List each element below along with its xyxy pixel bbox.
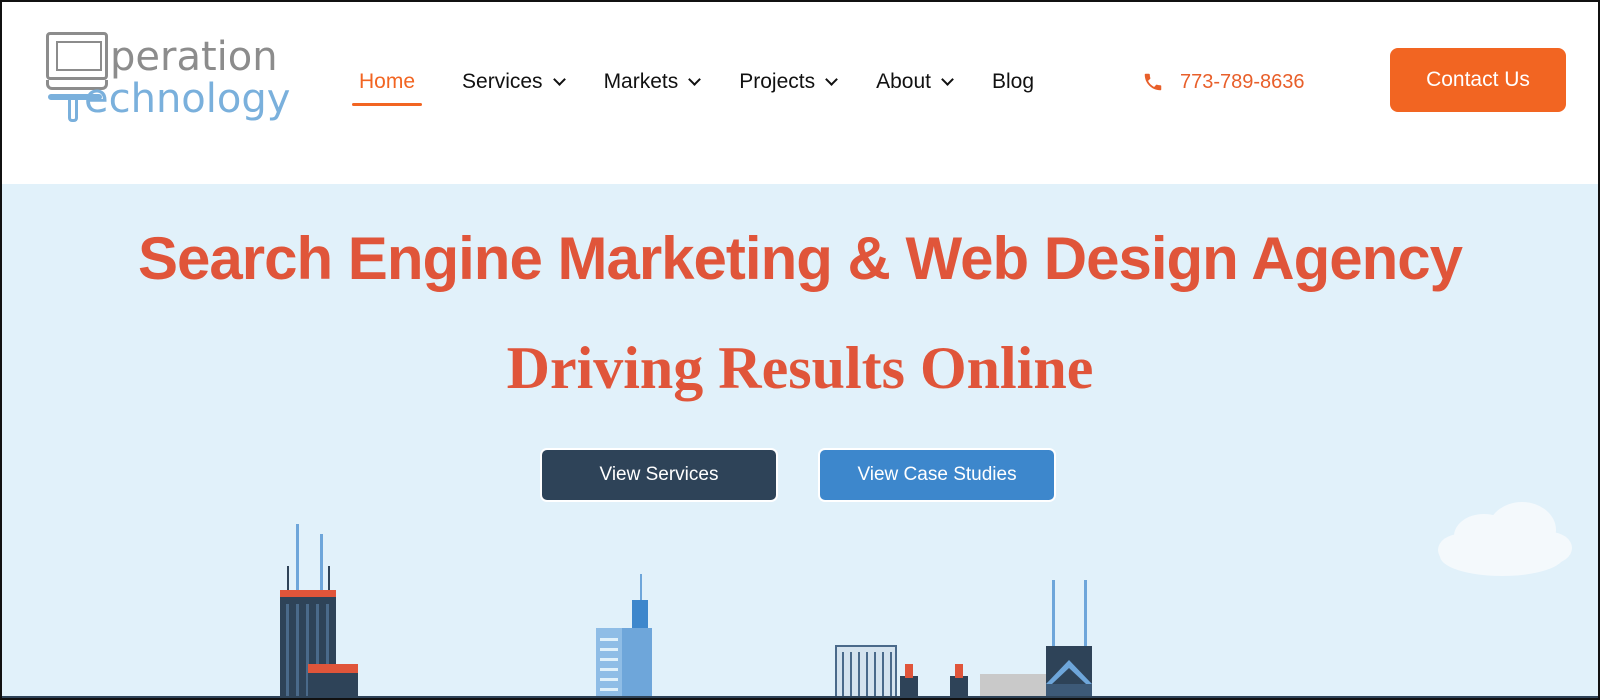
nav-item-markets[interactable]: Markets bbox=[603, 60, 702, 104]
nav-item-projects[interactable]: Projects bbox=[739, 60, 838, 104]
view-services-button[interactable]: View Services bbox=[540, 448, 778, 502]
chevron-down-icon bbox=[941, 72, 954, 86]
nav-item-label: About bbox=[876, 70, 931, 93]
nav-item-blog[interactable]: Blog bbox=[992, 60, 1034, 104]
chevron-down-icon bbox=[825, 72, 838, 86]
contact-us-button[interactable]: Contact Us bbox=[1390, 48, 1566, 112]
nav-item-label: Services bbox=[462, 70, 543, 93]
hero-title: Search Engine Marketing & Web Design Age… bbox=[138, 225, 1463, 292]
chevron-down-icon bbox=[552, 72, 566, 86]
nav-item-label: Blog bbox=[992, 70, 1035, 93]
building-grid-icon bbox=[835, 645, 897, 698]
view-case-studies-button[interactable]: View Case Studies bbox=[818, 448, 1056, 502]
main-nav: Home Services Markets Projects About Blo… bbox=[352, 60, 1074, 106]
logo-t-stem-icon bbox=[68, 98, 78, 122]
logo-text-technology: echnology bbox=[84, 76, 291, 122]
nav-item-about[interactable]: About bbox=[876, 60, 954, 104]
cloud-icon bbox=[1438, 502, 1572, 576]
tower-right-icon bbox=[1046, 580, 1092, 698]
chevron-down-icon bbox=[688, 72, 702, 86]
nav-item-label: Projects bbox=[739, 70, 816, 93]
small-domes-icon bbox=[900, 664, 1052, 698]
phone-link[interactable]: 773-789-8636 bbox=[1142, 64, 1305, 100]
hero-section: Search Engine Marketing & Web Design Age… bbox=[2, 184, 1598, 698]
nav-item-services[interactable]: Services bbox=[462, 60, 566, 104]
phone-icon bbox=[1144, 73, 1162, 91]
tower-mid-icon bbox=[596, 574, 652, 698]
nav-item-label: Home bbox=[359, 70, 416, 93]
nav-item-home[interactable]: Home bbox=[352, 60, 423, 106]
hero-subtitle: Driving Results Online bbox=[506, 335, 1094, 401]
site-header: peration echnology Home Services Markets… bbox=[2, 2, 1598, 184]
tower-left-icon bbox=[280, 524, 358, 698]
site-logo[interactable]: peration echnology bbox=[44, 30, 290, 126]
logo-text-operation: peration bbox=[110, 34, 278, 80]
page-frame: peration echnology Home Services Markets… bbox=[0, 0, 1600, 700]
nav-item-label: Markets bbox=[603, 70, 679, 93]
phone-number: 773-789-8636 bbox=[1180, 70, 1305, 93]
monitor-icon bbox=[46, 32, 108, 80]
